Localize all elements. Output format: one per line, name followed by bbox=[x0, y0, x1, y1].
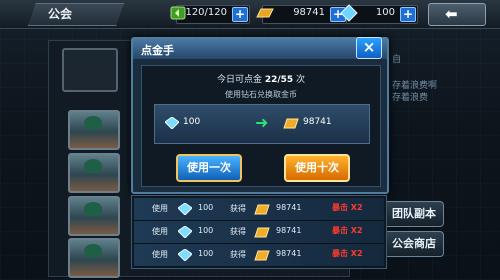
diamond-spent: 100 bbox=[198, 249, 214, 258]
page-title: 公会 bbox=[48, 7, 73, 21]
gain-label: 获得 bbox=[230, 250, 246, 259]
list-item: 使用 100 获得 98741 暴击 X2 bbox=[134, 244, 384, 267]
use-ten-times-button[interactable]: 使用十次 bbox=[284, 154, 350, 182]
back-arrow-icon: ⬅ bbox=[445, 5, 458, 23]
avatar[interactable] bbox=[68, 196, 120, 236]
diamond-icon bbox=[178, 226, 192, 238]
gold-gained: 98741 bbox=[276, 226, 302, 235]
diamond-icon bbox=[340, 4, 358, 22]
gold-bar-icon bbox=[283, 118, 299, 129]
gold-gained: 98741 bbox=[276, 249, 302, 258]
results-log: 使用 100 获得 98741 暴击 X2 使用 100 获得 98741 暴击… bbox=[131, 195, 387, 269]
right-arrow-icon: ➜ bbox=[255, 113, 269, 132]
list-item: 使用 100 获得 98741 暴击 X2 bbox=[134, 198, 384, 221]
back-button[interactable]: ⬅ bbox=[428, 3, 486, 26]
diamond-spent: 100 bbox=[198, 203, 214, 212]
exchange-preview: 100 ➜ 98741 bbox=[154, 104, 370, 144]
gold-bar-icon bbox=[256, 8, 274, 18]
exchange-gold-amount: 98741 bbox=[303, 117, 332, 127]
background-text: 自 bbox=[392, 55, 402, 65]
daily-count-label: 今日可点金 bbox=[216, 75, 262, 85]
critical-multiplier: 暴击 X2 bbox=[332, 203, 363, 212]
avatar[interactable] bbox=[68, 153, 120, 193]
use-label: 使用 bbox=[152, 250, 168, 259]
use-label: 使用 bbox=[152, 227, 168, 236]
daily-count-line: 今日可点金 22/55 次 bbox=[142, 72, 380, 85]
use-once-button[interactable]: 使用一次 bbox=[176, 154, 242, 182]
dialog-header: 点金手 bbox=[133, 39, 387, 59]
close-button[interactable]: × bbox=[356, 37, 382, 59]
gold-bar-icon bbox=[254, 250, 270, 261]
daily-count-value: 22/55 bbox=[264, 75, 294, 85]
gold-bar-icon bbox=[254, 204, 270, 215]
empty-slot bbox=[62, 48, 118, 92]
gold-display: 98741 + bbox=[256, 5, 348, 24]
background-text: 存着浪费 bbox=[392, 93, 429, 103]
critical-multiplier: 暴击 X2 bbox=[332, 249, 363, 258]
stamina-display: 120/120 + bbox=[170, 5, 250, 24]
dialog-title: 点金手 bbox=[141, 44, 174, 57]
gain-label: 获得 bbox=[230, 204, 246, 213]
diamond-icon bbox=[178, 249, 192, 261]
gain-label: 获得 bbox=[230, 227, 246, 236]
team-dungeon-button[interactable]: 团队副本 bbox=[384, 201, 444, 227]
gold-bar-icon bbox=[254, 227, 270, 238]
daily-count-unit: 次 bbox=[296, 75, 306, 85]
avatar[interactable] bbox=[68, 110, 120, 150]
critical-multiplier: 暴击 X2 bbox=[332, 226, 363, 235]
guild-shop-button[interactable]: 公会商店 bbox=[384, 231, 444, 257]
gold-value: 98741 bbox=[293, 7, 325, 18]
midas-dialog: 点金手 今日可点金 22/55 次 使用钻石兑换取金币 100 ➜ 98741 … bbox=[131, 37, 389, 194]
use-label: 使用 bbox=[152, 204, 168, 213]
add-diamond-button[interactable]: + bbox=[400, 7, 416, 22]
list-item: 使用 100 获得 98741 暴击 X2 bbox=[134, 221, 384, 244]
exchange-description: 使用钻石兑换取金币 bbox=[225, 90, 297, 99]
close-icon: × bbox=[362, 38, 376, 56]
avatar[interactable] bbox=[68, 238, 120, 278]
exchange-diamond-cost: 100 bbox=[183, 117, 201, 127]
add-stamina-button[interactable]: + bbox=[232, 7, 248, 22]
stamina-value: 120/120 bbox=[185, 7, 227, 18]
dialog-body: 今日可点金 22/55 次 使用钻石兑换取金币 100 ➜ 98741 使用一次… bbox=[141, 65, 381, 187]
gold-gained: 98741 bbox=[276, 203, 302, 212]
diamond-display: 100 + bbox=[340, 4, 418, 24]
diamond-icon bbox=[178, 203, 192, 215]
diamond-spent: 100 bbox=[198, 226, 214, 235]
title-tab bbox=[28, 3, 124, 26]
diamond-icon bbox=[165, 117, 179, 129]
diamond-value: 100 bbox=[375, 7, 395, 18]
top-bar: 公会 120/120 + 98741 + 100 + ⬅ bbox=[0, 0, 500, 29]
